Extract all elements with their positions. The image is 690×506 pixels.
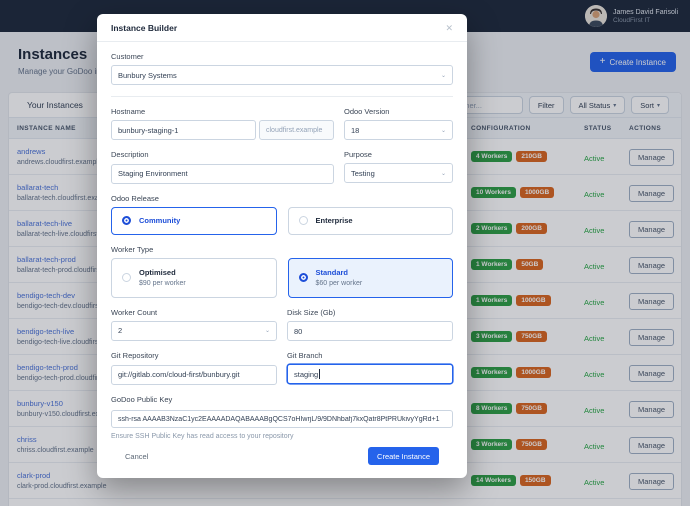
description-field: Description: [111, 150, 334, 184]
description-input[interactable]: [111, 164, 334, 184]
public-key-label: GoDoo Public Key: [111, 395, 453, 404]
chevron-down-icon: ⌄: [441, 127, 446, 134]
release-option-community[interactable]: Community: [111, 207, 277, 235]
radio-selected-icon: [122, 216, 131, 225]
chevron-down-icon: ⌄: [265, 327, 270, 334]
disk-size-input[interactable]: [287, 321, 453, 341]
modal-title: Instance Builder: [111, 23, 177, 33]
hostname-domain-suffix: cloudfirst.example: [259, 120, 334, 140]
worker-type-field: Worker Type Optimised $90 per worker Sta…: [111, 245, 453, 298]
hostname-input[interactable]: [111, 120, 256, 140]
purpose-label: Purpose: [344, 150, 453, 159]
radio-unselected-icon: [299, 216, 308, 225]
radio-selected-icon: [299, 273, 308, 282]
modal-body: Customer Bunbury Systems ⌄ Hostname clou…: [97, 42, 467, 478]
odoo-version-select[interactable]: 18 ⌄: [344, 120, 453, 140]
customer-select[interactable]: Bunbury Systems ⌄: [111, 65, 453, 85]
git-branch-input[interactable]: staging: [287, 364, 453, 384]
hostname-field: Hostname cloudfirst.example: [111, 107, 334, 140]
disk-size-label: Disk Size (Gb): [287, 308, 453, 317]
public-key-input[interactable]: [111, 410, 453, 428]
close-icon[interactable]: ✕: [445, 24, 453, 33]
public-key-field: GoDoo Public Key Ensure SSH Public Key h…: [111, 395, 453, 441]
modal-header: Instance Builder ✕: [97, 14, 467, 42]
section-divider: [111, 96, 453, 97]
purpose-field: Purpose Testing ⌄: [344, 150, 453, 184]
radio-unselected-icon: [122, 273, 131, 282]
git-branch-label: Git Branch: [287, 351, 453, 360]
text-cursor: [319, 369, 320, 379]
git-branch-field: Git Branch staging: [287, 351, 453, 385]
odoo-version-field: Odoo Version 18 ⌄: [344, 107, 453, 140]
worker-type-option-standard[interactable]: Standard $60 per worker: [288, 258, 454, 298]
worker-count-field: Worker Count 2 ⌄: [111, 308, 277, 342]
screen: James David Farisoli CloudFirst IT Insta…: [0, 0, 690, 506]
git-repository-field: Git Repository: [111, 351, 277, 385]
cancel-button[interactable]: Cancel: [125, 452, 148, 461]
modal-footer: Cancel Create Instance: [111, 447, 453, 478]
odoo-release-label: Odoo Release: [111, 194, 453, 203]
worker-type-label: Worker Type: [111, 245, 453, 254]
customer-label: Customer: [111, 52, 453, 61]
disk-size-field: Disk Size (Gb): [287, 308, 453, 342]
create-instance-submit-button[interactable]: Create Instance: [368, 447, 439, 465]
git-repository-input[interactable]: [111, 365, 277, 385]
worker-type-option-optimised[interactable]: Optimised $90 per worker: [111, 258, 277, 298]
chevron-down-icon: ⌄: [441, 72, 446, 79]
worker-count-label: Worker Count: [111, 308, 277, 317]
description-label: Description: [111, 150, 334, 159]
release-option-enterprise[interactable]: Enterprise: [288, 207, 454, 235]
hostname-label: Hostname: [111, 107, 334, 116]
worker-count-select[interactable]: 2 ⌄: [111, 321, 277, 341]
odoo-version-label: Odoo Version: [344, 107, 453, 116]
purpose-select[interactable]: Testing ⌄: [344, 163, 453, 183]
git-repository-label: Git Repository: [111, 351, 277, 360]
chevron-down-icon: ⌄: [441, 170, 446, 177]
odoo-release-field: Odoo Release Community Enterprise: [111, 194, 453, 235]
instance-builder-modal: Instance Builder ✕ Customer Bunbury Syst…: [97, 14, 467, 478]
customer-field: Customer Bunbury Systems ⌄: [111, 52, 453, 85]
public-key-help-text: Ensure SSH Public Key has read access to…: [111, 433, 453, 440]
